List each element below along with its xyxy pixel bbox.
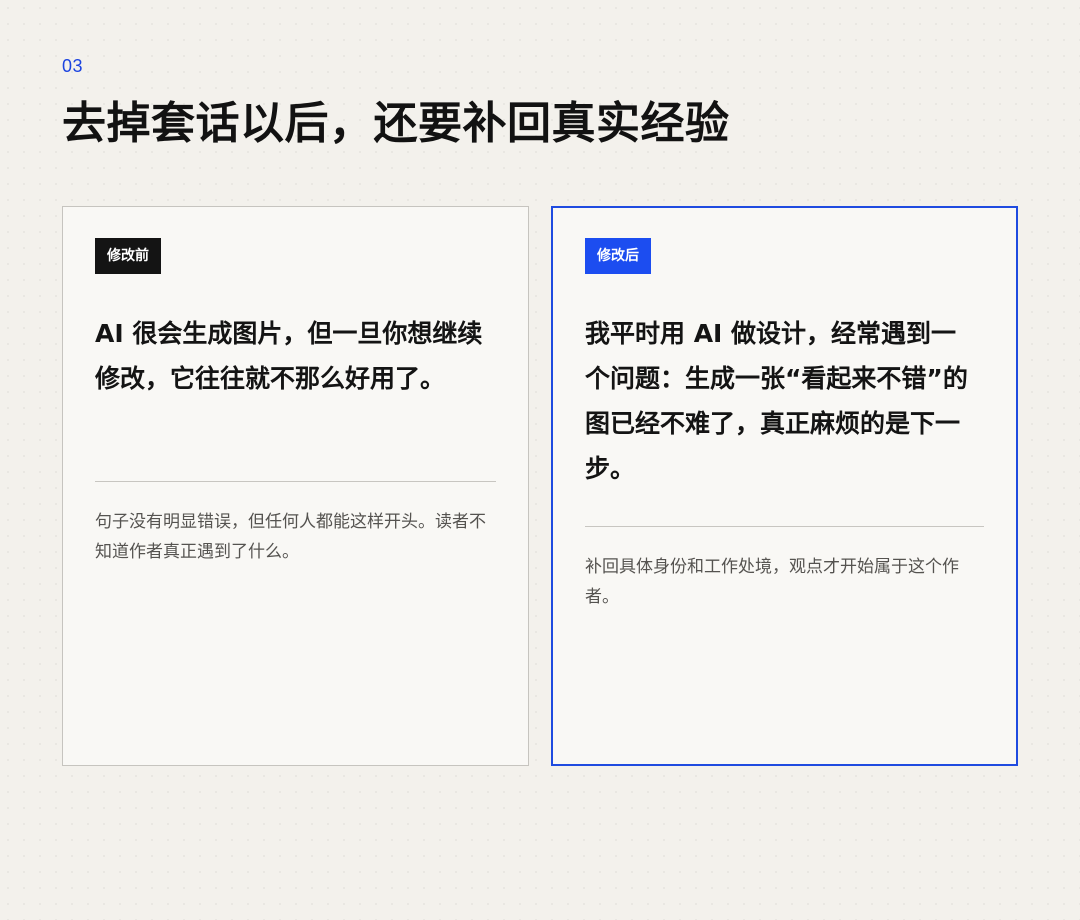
before-divider xyxy=(95,481,496,482)
before-note: 句子没有明显错误，但任何人都能这样开头。读者不知道作者真正遇到了什么。 xyxy=(95,512,486,562)
before-card: 修改前 AI 很会生成图片，但一旦你想继续修改，它往往就不那么好用了。 句子没有… xyxy=(62,206,529,766)
after-headline: 我平时用 AI 做设计，经常遇到一个问题：生成一张“看起来不错”的图已经不难了，… xyxy=(585,319,968,483)
before-badge: 修改前 xyxy=(95,238,161,274)
page-number: 03 xyxy=(62,56,84,76)
after-note: 补回具体身份和工作处境，观点才开始属于这个作者。 xyxy=(585,557,959,607)
after-badge: 修改后 xyxy=(585,238,651,274)
page-title: 去掉套话以后，还要补回真实经验 xyxy=(62,98,730,149)
before-headline: AI 很会生成图片，但一旦你想继续修改，它往往就不那么好用了。 xyxy=(95,319,483,393)
after-divider xyxy=(585,526,984,527)
after-card: 修改后 我平时用 AI 做设计，经常遇到一个问题：生成一张“看起来不错”的图已经… xyxy=(551,206,1018,766)
